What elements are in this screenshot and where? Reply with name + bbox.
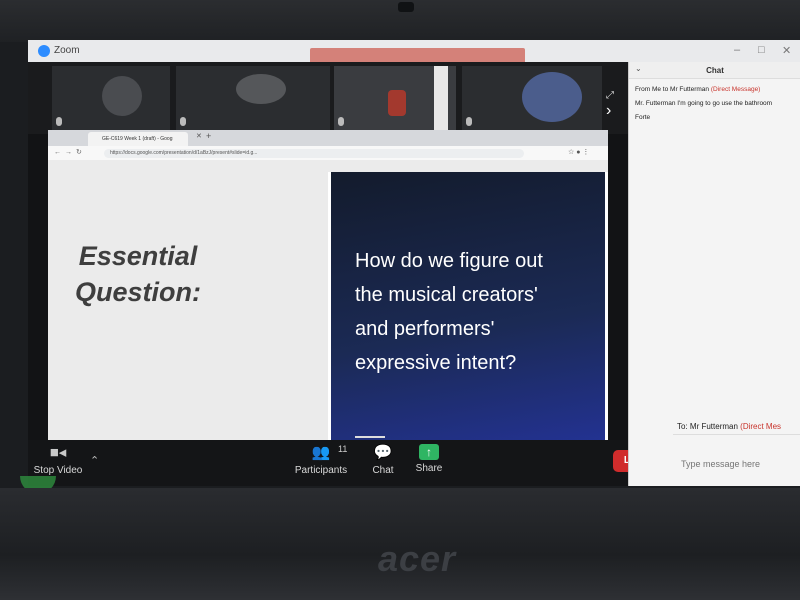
zoom-title-bar: Zoom – □ ✕ [28,40,800,64]
url-field[interactable]: https://docs.google.com/presentation/d/1… [104,149,524,158]
microphone-icon [56,117,62,126]
browser-tab-strip: GE-C619 Week 1 (draft) - Goog ✕ + [48,130,608,146]
presentation-slide: Essential Question: How do we figure out… [48,160,608,460]
chevron-up-icon[interactable]: ⌃ [90,454,99,467]
chat-bubble-icon: 💬 [373,444,393,461]
participant-video-tile[interactable] [176,66,330,130]
message-sender: From Me to Mr Futterman [635,86,710,93]
chat-header: ⌄ Chat [629,62,800,79]
direct-message-tag: (Direct Message) [710,86,761,93]
microphone-icon [338,117,344,126]
webcam [398,2,414,12]
new-tab-icon[interactable]: + [206,131,211,141]
tab-close-icon[interactable]: ✕ [196,132,202,140]
question-line: How do we figure out [355,250,543,272]
stop-video-button[interactable]: ■◂ Stop Video [30,444,86,476]
question-panel: How do we figure out the musical creator… [328,172,608,460]
fullscreen-icon[interactable]: ⤢ [606,90,614,101]
app-title: Zoom [54,45,80,56]
share-button[interactable]: ↑ Share [412,444,446,474]
microphone-icon [180,117,186,126]
minimize-icon[interactable]: – [734,44,740,56]
chat-label: Chat [372,465,394,476]
chat-message-input[interactable] [681,444,800,484]
slide-heading-line: Essential [78,241,198,271]
laptop-brand-logo: acer [377,538,457,579]
participant-video-tile[interactable] [334,66,456,130]
question-line: expressive intent? [355,352,517,374]
zoom-logo-icon [38,45,50,57]
chat-title: Chat [706,66,724,75]
recipient-tag: (Direct Mes [740,422,782,431]
browser-nav-icons[interactable]: ←→↻ [54,148,86,156]
question-line: and performers' [355,318,495,340]
laptop-bezel-top [0,0,800,42]
chat-message-text: Mr. Futterman I'm going to go use the ba… [635,100,773,107]
question-line: the musical creators' [355,284,538,306]
stop-video-label: Stop Video [33,465,83,476]
chevron-right-icon[interactable]: › [606,102,611,120]
chat-divider [673,434,800,435]
slide-heading-line: Question: [75,277,201,307]
chat-message-header: From Me to Mr Futterman (Direct Message) [635,86,760,93]
browser-address-bar: ←→↻ https://docs.google.com/presentation… [48,146,608,160]
browser-menu-icon[interactable]: ☆ ● ⋮ [568,148,589,156]
laptop-screen: Zoom – □ ✕ ⤢ › GE-C619 Week 1 (draft) - … [28,40,800,486]
laptop-bezel-bottom: acer [0,488,800,600]
chat-message-text: Forte [635,114,651,121]
chat-button[interactable]: 💬 Chat [366,444,400,476]
browser-tab[interactable]: GE-C619 Week 1 (draft) - Goog [88,132,188,146]
microphone-icon [466,117,472,126]
participants-label: Participants [294,465,348,476]
maximize-icon[interactable]: □ [758,44,765,56]
share-screen-icon: ↑ [419,444,439,460]
meeting-toolbar: ⌃ ■◂ Stop Video ⌃ 👥 Participants 11 💬 Ch… [28,440,673,486]
close-icon[interactable]: ✕ [782,44,791,57]
chat-panel: ⌄ Chat From Me to Mr Futterman (Direct M… [628,62,800,486]
participant-video-tile[interactable] [52,66,170,130]
slide-divider [355,436,385,438]
participant-video-tile[interactable] [462,66,602,130]
to-label: To: [677,422,688,431]
essential-question-text: How do we figure out the musical creator… [355,244,595,380]
recipient-name: Mr Futterman [689,422,738,431]
video-camera-icon: ■◂ [49,444,67,461]
slide-heading: Essential Question: [48,238,228,310]
share-label: Share [415,463,443,474]
chat-recipient-selector[interactable]: To: Mr Futterman (Direct Mes [677,422,781,431]
video-gallery-strip: ⤢ › [28,62,628,134]
participant-count: 11 [338,444,348,454]
shared-browser-window: GE-C619 Week 1 (draft) - Goog ✕ + ←→↻ ht… [48,130,608,460]
